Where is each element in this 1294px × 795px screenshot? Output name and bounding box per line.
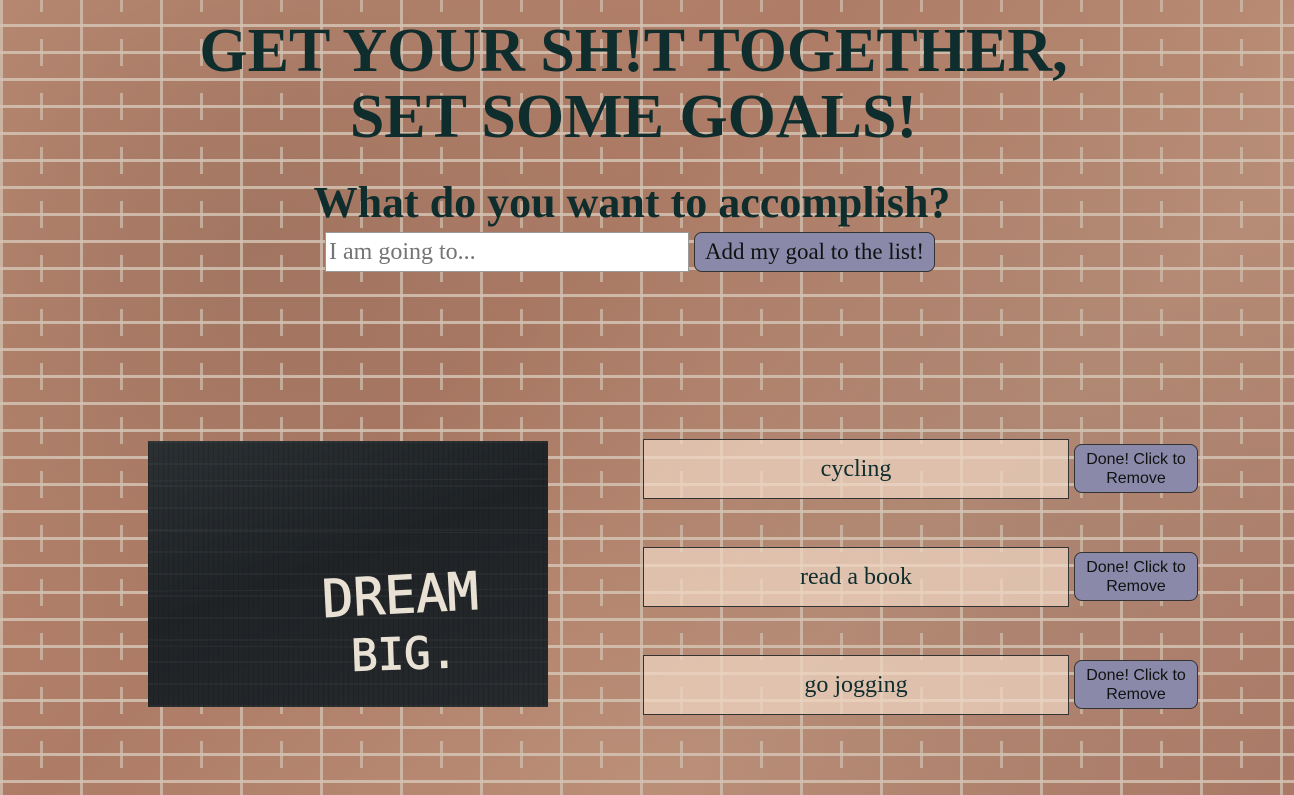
dream-big-image: DREAM BIG. [148, 441, 548, 707]
remove-goal-button[interactable]: Done! Click to Remove [1074, 660, 1198, 709]
big-text: BIG. [350, 627, 458, 682]
goal-text: read a book [643, 547, 1069, 607]
page-title-line-2: SET SOME GOALS! [349, 83, 918, 151]
page-title: GET YOUR SH!T TOGETHER, SET SOME GOALS! [0, 18, 1267, 150]
add-goal-button[interactable]: Add my goal to the list! [694, 232, 935, 272]
goal-input[interactable] [325, 232, 689, 272]
remove-goal-button[interactable]: Done! Click to Remove [1074, 552, 1198, 601]
goal-text: cycling [643, 439, 1069, 499]
page-title-line-1: GET YOUR SH!T TOGETHER, [199, 17, 1068, 85]
goal-prompt-heading: What do you want to accomplish? [313, 178, 951, 227]
goal-list-item: go jogging Done! Click to Remove [643, 655, 1199, 715]
goal-list-item: read a book Done! Click to Remove [643, 547, 1199, 607]
goal-text: go jogging [643, 655, 1069, 715]
remove-goal-button[interactable]: Done! Click to Remove [1074, 444, 1198, 493]
dream-text: DREAM [321, 562, 480, 630]
goal-list-item: cycling Done! Click to Remove [643, 439, 1199, 499]
